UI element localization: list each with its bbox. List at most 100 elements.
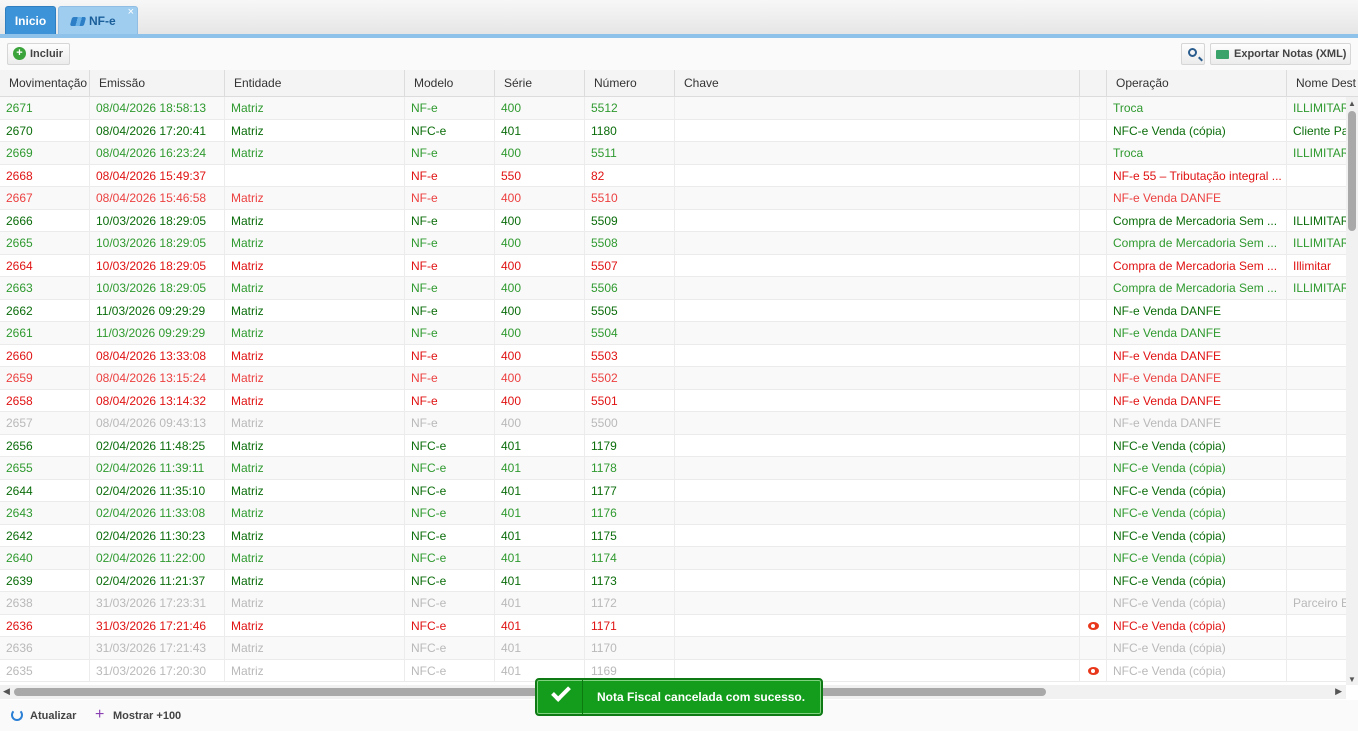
- toolbar: + Incluir Exportar Notas (XML): [0, 38, 1358, 70]
- cell-numero: 5510: [585, 187, 675, 209]
- cell-acao: [1080, 142, 1107, 164]
- cell-chave: [675, 209, 1080, 232]
- table-row[interactable]: 2656 02/04/2026 11:48:25 Matriz NFC-e 401 117…: [0, 434, 1346, 457]
- tab-nfe-label: NF-e: [89, 14, 116, 28]
- cell-acao: [1080, 209, 1107, 232]
- table-row[interactable]: 2644 02/04/2026 11:35:10 Matriz NFC-e 401 117…: [0, 479, 1346, 502]
- cell-numero: 5512: [585, 97, 675, 119]
- table-row[interactable]: 2667 08/04/2026 15:46:58 Matriz NF-e 400 5510…: [0, 187, 1346, 210]
- eye-icon[interactable]: [1088, 621, 1099, 630]
- cell-emissao: 10/03/2026 18:29:05: [90, 277, 225, 299]
- cell-operacao: NF-e Venda DANFE: [1107, 322, 1287, 344]
- scroll-right-icon[interactable]: ▶: [1335, 686, 1342, 697]
- table-row[interactable]: 2636 31/03/2026 17:21:43 Matriz NFC-e 401 117…: [0, 637, 1346, 660]
- column-header-serie[interactable]: Série: [495, 70, 585, 97]
- tab-inicio[interactable]: Inicio: [5, 6, 56, 34]
- table-row[interactable]: 2640 02/04/2026 11:22:00 Matriz NFC-e 401 117…: [0, 547, 1346, 570]
- scroll-left-icon[interactable]: ◀: [3, 686, 10, 697]
- search-button[interactable]: [1181, 43, 1205, 65]
- cell-modelo: NF-e: [405, 344, 495, 367]
- cell-movimentacao: 2660: [0, 344, 90, 367]
- cell-entidade: Matriz: [225, 412, 405, 434]
- table-row[interactable]: 2642 02/04/2026 11:30:23 Matriz NFC-e 401 117…: [0, 524, 1346, 547]
- cell-movimentacao: 2643: [0, 502, 90, 524]
- table-row[interactable]: 2657 08/04/2026 09:43:13 Matriz NF-e 400 5500…: [0, 412, 1346, 435]
- cell-numero: 5511: [585, 142, 675, 164]
- column-header-movimentacao[interactable]: Movimentação: [0, 70, 90, 97]
- cell-acao: [1080, 637, 1107, 659]
- column-header-entidade[interactable]: Entidade: [225, 70, 405, 97]
- column-header-nome-destinatario[interactable]: Nome Dest: [1287, 70, 1358, 97]
- cell-acao: [1080, 322, 1107, 344]
- table-row[interactable]: 2639 02/04/2026 11:21:37 Matriz NFC-e 401 117…: [0, 569, 1346, 592]
- refresh-icon: [11, 709, 23, 721]
- export-xml-button[interactable]: Exportar Notas (XML): [1210, 43, 1351, 65]
- table-row[interactable]: 2659 08/04/2026 13:15:24 Matriz NF-e 400 5502…: [0, 367, 1346, 390]
- cell-operacao: Troca: [1107, 97, 1287, 119]
- table-row[interactable]: 2671 08/04/2026 18:58:13 Matriz NF-e 400 5512…: [0, 97, 1346, 120]
- cell-modelo: NF-e: [405, 187, 495, 209]
- cell-operacao: Troca: [1107, 142, 1287, 164]
- table-row[interactable]: 2670 08/04/2026 17:20:41 Matriz NFC-e 401 118…: [0, 119, 1346, 142]
- column-header-modelo[interactable]: Modelo: [405, 70, 495, 97]
- cell-entidade: Matriz: [225, 502, 405, 524]
- tab-nfe[interactable]: NF-e ×: [58, 6, 138, 34]
- cell-numero: 5502: [585, 367, 675, 389]
- vertical-scroll-thumb[interactable]: [1348, 111, 1356, 231]
- table-row[interactable]: 2662 11/03/2026 09:29:29 Matriz NF-e 400 5505…: [0, 299, 1346, 322]
- column-header-numero[interactable]: Número: [585, 70, 675, 97]
- table-row[interactable]: 2660 08/04/2026 13:33:08 Matriz NF-e 400 5503…: [0, 344, 1346, 367]
- cell-modelo: NF-e: [405, 299, 495, 322]
- cell-entidade: [225, 164, 405, 187]
- cell-modelo: NFC-e: [405, 569, 495, 592]
- vertical-scrollbar[interactable]: ▲ ▼: [1346, 97, 1358, 685]
- cell-modelo: NF-e: [405, 97, 495, 119]
- cell-emissao: 08/04/2026 09:43:13: [90, 412, 225, 434]
- cell-numero: 5509: [585, 209, 675, 232]
- cell-entidade: Matriz: [225, 344, 405, 367]
- table-row[interactable]: 2666 10/03/2026 18:29:05 Matriz NF-e 400 5509…: [0, 209, 1346, 232]
- close-icon[interactable]: ×: [128, 0, 134, 26]
- cell-acao: [1080, 97, 1107, 119]
- scroll-down-icon[interactable]: ▼: [1348, 675, 1356, 684]
- mostrar-mais-button[interactable]: + Mostrar +100: [95, 707, 181, 724]
- cell-acao: [1080, 659, 1107, 682]
- scroll-up-icon[interactable]: ▲: [1348, 99, 1356, 108]
- column-header-acao[interactable]: [1080, 70, 1107, 97]
- cell-numero: 5503: [585, 344, 675, 367]
- cell-entidade: Matriz: [225, 569, 405, 592]
- table-row[interactable]: 2636 31/03/2026 17:21:46 Matriz NFC-e 401 117…: [0, 614, 1346, 637]
- cell-serie: 400: [495, 97, 585, 119]
- success-toast[interactable]: Nota Fiscal cancelada com sucesso.: [535, 678, 823, 716]
- toast-icon-area: [537, 680, 583, 714]
- grid-header: Movimentação Emissão Entidade Modelo Série Nú…: [0, 70, 1358, 97]
- table-row[interactable]: 2655 02/04/2026 11:39:11 Matriz NFC-e 401 117…: [0, 457, 1346, 480]
- column-header-emissao[interactable]: Emissão: [90, 70, 225, 97]
- cell-acao: [1080, 412, 1107, 434]
- export-label: Exportar Notas (XML): [1234, 48, 1347, 60]
- cell-entidade: Matriz: [225, 434, 405, 457]
- table-row[interactable]: 2669 08/04/2026 16:23:24 Matriz NF-e 400 5511…: [0, 142, 1346, 165]
- atualizar-button[interactable]: Atualizar: [11, 708, 76, 724]
- table-row[interactable]: 2668 08/04/2026 15:49:37 NF-e 550 82 NF-e 55 …: [0, 164, 1346, 187]
- cell-emissao: 08/04/2026 18:58:13: [90, 97, 225, 119]
- column-header-operacao[interactable]: Operação: [1107, 70, 1287, 97]
- table-row[interactable]: 2658 08/04/2026 13:14:32 Matriz NF-e 400 5501…: [0, 389, 1346, 412]
- cell-chave: [675, 502, 1080, 524]
- incluir-button[interactable]: + Incluir: [7, 43, 70, 65]
- table-row[interactable]: 2665 10/03/2026 18:29:05 Matriz NF-e 400 5508…: [0, 232, 1346, 255]
- cell-entidade: Matriz: [225, 389, 405, 412]
- cell-chave: [675, 592, 1080, 614]
- cell-serie: 400: [495, 367, 585, 389]
- eye-icon[interactable]: [1088, 666, 1099, 675]
- column-header-chave[interactable]: Chave: [675, 70, 1080, 97]
- table-row[interactable]: 2664 10/03/2026 18:29:05 Matriz NF-e 400 5507…: [0, 254, 1346, 277]
- horizontal-scroll-thumb[interactable]: [14, 688, 1046, 696]
- cell-chave: [675, 344, 1080, 367]
- table-row[interactable]: 2643 02/04/2026 11:33:08 Matriz NFC-e 401 117…: [0, 502, 1346, 525]
- table-row[interactable]: 2638 31/03/2026 17:23:31 Matriz NFC-e 401 117…: [0, 592, 1346, 615]
- cell-modelo: NFC-e: [405, 434, 495, 457]
- table-row[interactable]: 2663 10/03/2026 18:29:05 Matriz NF-e 400 5506…: [0, 277, 1346, 300]
- cell-nome-destinatario: ILLIMITAR: [1287, 277, 1346, 299]
- table-row[interactable]: 2661 11/03/2026 09:29:29 Matriz NF-e 400 5504…: [0, 322, 1346, 345]
